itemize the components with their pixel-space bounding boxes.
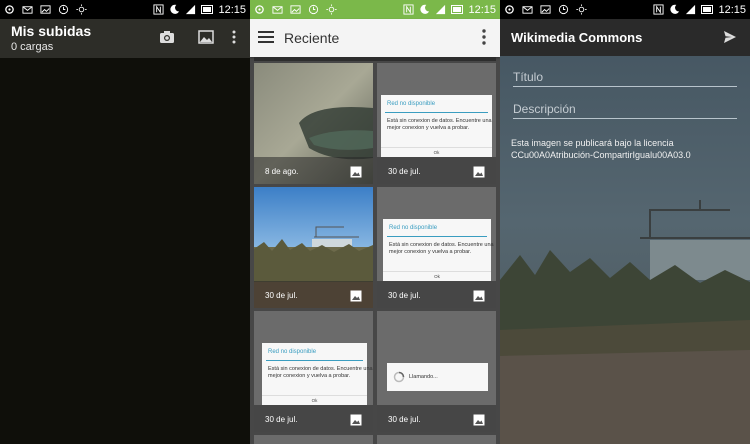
photo-date: 30 de jul. [388, 291, 421, 300]
photo-tile[interactable] [254, 435, 373, 444]
signal-icon [436, 4, 446, 15]
mail-icon [522, 6, 533, 14]
signal-icon [186, 4, 196, 15]
dialog-ok: Ok [433, 150, 440, 155]
upload-count: 0 cargas [11, 41, 54, 53]
status-bar: 12:15 [500, 0, 750, 19]
photo-tile[interactable]: 30 de jul. [254, 187, 373, 308]
mail-icon [272, 6, 283, 14]
page-title: Wikimedia Commons [511, 30, 643, 45]
image-icon [473, 166, 485, 178]
status-time: 12:15 [718, 3, 746, 16]
camera-icon[interactable] [159, 30, 175, 44]
overflow-menu-icon[interactable] [231, 30, 237, 44]
upload-details-screen: 12:15 Wikimedia Commons Esta imagen se p… [500, 0, 750, 444]
dialog-ok: Ok [434, 274, 440, 279]
brightness-icon [326, 4, 337, 15]
dialog-divider [266, 360, 363, 361]
description-field[interactable] [513, 99, 737, 119]
photo-date: 30 de jul. [265, 291, 298, 300]
sync-icon [5, 5, 14, 14]
description-input[interactable] [513, 99, 737, 118]
mail-icon [22, 6, 33, 14]
send-icon[interactable] [723, 30, 737, 44]
image-icon [473, 414, 485, 426]
photo-date: 30 de jul. [265, 415, 298, 424]
dialog-message: Está sin conexion de datos. Encuentre un… [268, 366, 373, 379]
photo-icon [540, 5, 551, 14]
title-input[interactable] [513, 67, 737, 86]
image-icon [350, 290, 362, 302]
status-time: 12:15 [468, 3, 496, 16]
photo-tile[interactable]: Llamando... 30 de jul. [377, 311, 496, 432]
dialog-message: Está sin conexion de datos. Encuentre un… [387, 118, 492, 131]
license-line-1: Esta imagen se publicará bajo la licenci… [511, 138, 674, 148]
loading-text: Llamando... [409, 374, 438, 380]
dialog-separator [383, 271, 491, 272]
battery-icon [701, 5, 714, 14]
screenshot-dialog: Red no disponible Está sin conexion de d… [383, 219, 494, 281]
dialog-message: Está sin conexion de datos. Encuentre un… [389, 242, 494, 255]
dialog-title: Red no disponible [387, 101, 436, 107]
status-time: 12:15 [218, 3, 246, 16]
title-field[interactable] [513, 67, 737, 87]
photo-tile[interactable]: Red no disponible Está sin conexion de d… [377, 187, 496, 308]
page-title: Reciente [284, 30, 340, 46]
image-icon [350, 414, 362, 426]
grid-top-edge [254, 57, 496, 61]
dialog-separator [262, 395, 367, 396]
dialog-separator [381, 147, 492, 148]
photo-date: 30 de jul. [388, 167, 421, 176]
nfc-icon [653, 4, 665, 15]
screenshot-dialog: Red no disponible Está sin conexion de d… [381, 95, 492, 157]
image-icon [473, 290, 485, 302]
data-saver-icon [58, 4, 69, 15]
sync-icon [255, 5, 264, 14]
hamburger-menu-icon[interactable] [258, 30, 274, 44]
status-bar: 12:15 [0, 0, 250, 19]
photo-tile[interactable]: Red no disponible Está sin conexion de d… [377, 63, 496, 184]
photo-tile[interactable]: 8 de ago. [254, 63, 373, 184]
night-mode-icon [420, 4, 430, 14]
page-title: Mis subidas [11, 23, 92, 39]
my-uploads-screen: 12:15 Mis subidas 0 cargas [0, 0, 250, 444]
battery-icon [451, 5, 464, 14]
photo-icon [40, 5, 51, 14]
license-notice: Esta imagen se publicará bajo la licenci… [511, 137, 741, 161]
photo-icon [290, 5, 301, 14]
screenshot-dialog: Red no disponible Está sin conexion de d… [262, 343, 373, 405]
brightness-icon [76, 4, 87, 15]
license-line-2: CCu00A0Atribución-CompartirIgualu00A03.0 [511, 150, 691, 160]
dialog-divider [385, 112, 488, 113]
signal-icon [686, 4, 696, 15]
dialog-title: Red no disponible [389, 225, 438, 231]
nfc-icon [153, 4, 165, 15]
data-saver-icon [308, 4, 319, 15]
gallery-icon[interactable] [198, 30, 214, 44]
sync-icon [505, 5, 514, 14]
image-icon [350, 166, 362, 178]
dialog-ok: Ok [311, 398, 318, 403]
photo-tile[interactable]: Red no disponible Está sin conexion de d… [254, 311, 373, 432]
data-saver-icon [558, 4, 569, 15]
photo-date: 8 de ago. [265, 167, 299, 176]
spinner-icon [393, 371, 405, 383]
screenshot-loading-dialog: Llamando... [387, 363, 488, 391]
status-bar: 12:15 [250, 0, 500, 19]
night-mode-icon [670, 4, 680, 14]
dialog-divider [387, 236, 487, 237]
dialog-title: Red no disponible [268, 349, 317, 355]
photo-tile[interactable] [377, 435, 496, 444]
recent-photos-screen: 12:15 Reciente 8 de ago. Red no disponib… [250, 0, 500, 444]
nfc-icon [403, 4, 415, 15]
battery-icon [201, 5, 214, 14]
overflow-menu-icon[interactable] [480, 28, 488, 46]
night-mode-icon [170, 4, 180, 14]
photo-date: 30 de jul. [388, 415, 421, 424]
brightness-icon [576, 4, 587, 15]
